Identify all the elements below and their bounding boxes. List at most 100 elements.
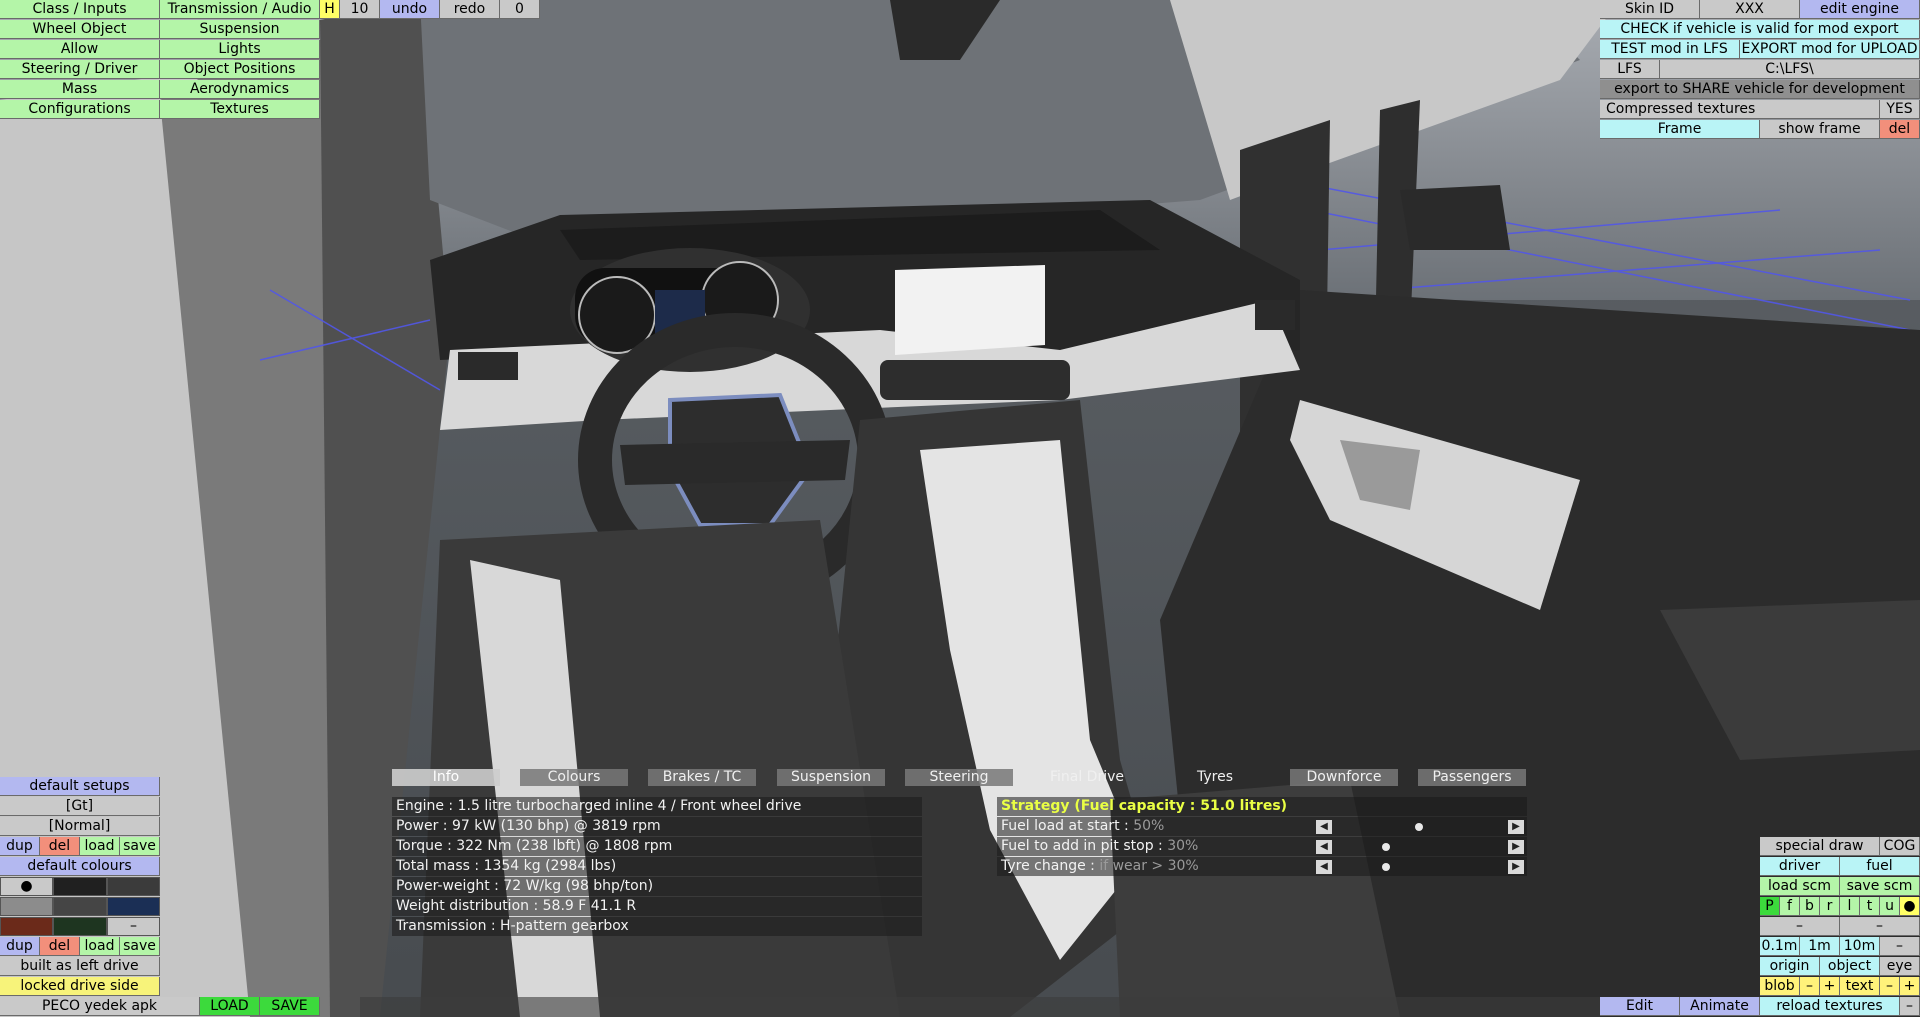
default-colours-button[interactable]: default colours xyxy=(0,857,160,876)
text-minus-button[interactable]: – xyxy=(1880,977,1900,996)
tab-final-drive[interactable]: Final Drive xyxy=(1033,769,1141,786)
blob-minus-button[interactable]: – xyxy=(1800,977,1820,996)
edit-mode-button[interactable]: Edit xyxy=(1600,997,1680,1016)
colour-swatch-9[interactable]: – xyxy=(107,917,160,936)
toggle-b[interactable]: b xyxy=(1800,897,1820,916)
fuel-pit-slider-handle[interactable] xyxy=(1381,843,1390,851)
skin-id-field[interactable]: XXX xyxy=(1700,0,1800,19)
export-upload-button[interactable]: EXPORT mod for UPLOAD xyxy=(1740,40,1920,59)
default-setups-button[interactable]: default setups xyxy=(0,777,160,796)
menu-mass[interactable]: Mass xyxy=(0,80,160,99)
h-value[interactable]: 10 xyxy=(340,0,380,19)
frame-del-button[interactable]: del xyxy=(1880,120,1920,139)
toggle-l[interactable]: l xyxy=(1840,897,1860,916)
tyre-change-right-arrow-icon[interactable]: ▶ xyxy=(1508,860,1524,874)
origin-button[interactable]: origin xyxy=(1760,957,1820,976)
tab-passengers[interactable]: Passengers xyxy=(1418,769,1526,786)
cog-button[interactable]: COG xyxy=(1880,837,1920,856)
fuel-start-right-arrow-icon[interactable]: ▶ xyxy=(1508,820,1524,834)
colour-dup-button[interactable]: dup xyxy=(0,937,40,956)
menu-class-inputs[interactable]: Class / Inputs xyxy=(0,0,160,19)
fuel-pit-right-arrow-icon[interactable]: ▶ xyxy=(1508,840,1524,854)
colour-del-button[interactable]: del xyxy=(40,937,80,956)
dist-10m-button[interactable]: 10m xyxy=(1840,937,1880,956)
fuel-pit-left-arrow-icon[interactable]: ◀ xyxy=(1316,840,1332,854)
colour-swatch-7[interactable] xyxy=(0,917,53,936)
tyre-change-slider-handle[interactable] xyxy=(1381,863,1390,871)
tab-suspension[interactable]: Suspension xyxy=(777,769,885,786)
tab-colours[interactable]: Colours xyxy=(520,769,628,786)
setup-normal[interactable]: [Normal] xyxy=(0,817,160,836)
blob-button[interactable]: blob xyxy=(1760,977,1800,996)
menu-aerodynamics[interactable]: Aerodynamics xyxy=(160,80,320,99)
setup-del-button[interactable]: del xyxy=(40,837,80,856)
animate-mode-button[interactable]: Animate xyxy=(1680,997,1760,1016)
special-draw-button[interactable]: special draw xyxy=(1760,837,1880,856)
edit-engine-button[interactable]: edit engine xyxy=(1800,0,1920,19)
colour-swatch-8[interactable] xyxy=(53,917,107,936)
toggle-u[interactable]: u xyxy=(1880,897,1900,916)
dash-button-2[interactable]: – xyxy=(1840,917,1920,936)
fuel-button[interactable]: fuel xyxy=(1840,857,1920,876)
toggle-f[interactable]: f xyxy=(1780,897,1800,916)
toggle-p[interactable]: P xyxy=(1760,897,1780,916)
tab-steering[interactable]: Steering xyxy=(905,769,1013,786)
toggle-dot-icon[interactable]: ● xyxy=(1900,897,1920,916)
menu-steering-driver[interactable]: Steering / Driver xyxy=(0,60,160,79)
built-drive-side-button[interactable]: built as left drive xyxy=(0,957,160,976)
dash-button-1[interactable]: – xyxy=(1760,917,1840,936)
fuel-start-slider-handle[interactable] xyxy=(1415,823,1423,831)
show-frame-button[interactable]: show frame xyxy=(1760,120,1880,139)
test-mod-button[interactable]: TEST mod in LFS xyxy=(1600,40,1740,59)
menu-lights[interactable]: Lights xyxy=(160,40,320,59)
colour-load-button[interactable]: load xyxy=(80,937,120,956)
colour-swatch-4[interactable] xyxy=(0,897,53,916)
fuel-start-left-arrow-icon[interactable]: ◀ xyxy=(1316,820,1332,834)
colour-swatch-1[interactable]: ● xyxy=(0,877,53,896)
object-button[interactable]: object xyxy=(1820,957,1880,976)
save-vehicle-button[interactable]: SAVE xyxy=(260,997,320,1016)
menu-wheel-object[interactable]: Wheel Object xyxy=(0,20,160,39)
menu-allow[interactable]: Allow xyxy=(0,40,160,59)
h-toggle[interactable]: H xyxy=(320,0,340,19)
text-button[interactable]: text xyxy=(1840,977,1880,996)
load-vehicle-button[interactable]: LOAD xyxy=(200,997,260,1016)
undo-button[interactable]: undo xyxy=(380,0,440,19)
colour-save-button[interactable]: save xyxy=(120,937,160,956)
tab-brakes-tc[interactable]: Brakes / TC xyxy=(648,769,756,786)
setup-save-button[interactable]: save xyxy=(120,837,160,856)
setup-load-button[interactable]: load xyxy=(80,837,120,856)
colour-swatch-6[interactable] xyxy=(107,897,160,916)
check-vehicle-button[interactable]: CHECK if vehicle is valid for mod export xyxy=(1600,20,1920,39)
save-scm-button[interactable]: save scm xyxy=(1840,877,1920,896)
text-plus-button[interactable]: + xyxy=(1900,977,1920,996)
reload-textures-button[interactable]: reload textures xyxy=(1760,997,1900,1016)
frame-button[interactable]: Frame xyxy=(1600,120,1760,139)
compressed-textures-toggle[interactable]: YES xyxy=(1880,100,1920,119)
lfs-path-field[interactable]: C:\LFS\ xyxy=(1660,60,1920,79)
toggle-r[interactable]: r xyxy=(1820,897,1840,916)
tyre-change-left-arrow-icon[interactable]: ◀ xyxy=(1316,860,1332,874)
colour-swatch-3[interactable] xyxy=(107,877,160,896)
eye-button[interactable]: eye xyxy=(1880,957,1920,976)
redo-button[interactable]: redo xyxy=(440,0,500,19)
reload-minus-button[interactable]: – xyxy=(1900,997,1920,1016)
load-scm-button[interactable]: load scm xyxy=(1760,877,1840,896)
tab-downforce[interactable]: Downforce xyxy=(1290,769,1398,786)
colour-swatch-5[interactable] xyxy=(53,897,107,916)
colour-swatch-2[interactable] xyxy=(53,877,107,896)
menu-textures[interactable]: Textures xyxy=(160,100,320,119)
tab-info[interactable]: Info xyxy=(392,769,500,786)
dist-1m-button[interactable]: 1m xyxy=(1800,937,1840,956)
menu-object-positions[interactable]: Object Positions xyxy=(160,60,320,79)
setup-gt[interactable]: [Gt] xyxy=(0,797,160,816)
viewport-3d[interactable] xyxy=(0,0,1920,1017)
vehicle-name-field[interactable]: PECO yedek apk xyxy=(0,997,200,1016)
tab-tyres[interactable]: Tyres xyxy=(1161,769,1269,786)
export-share-button[interactable]: export to SHARE vehicle for development xyxy=(1600,80,1920,99)
menu-transmission-audio[interactable]: Transmission / Audio xyxy=(160,0,320,19)
locked-drive-side-button[interactable]: locked drive side xyxy=(0,977,160,996)
driver-button[interactable]: driver xyxy=(1760,857,1840,876)
toggle-t[interactable]: t xyxy=(1860,897,1880,916)
setup-dup-button[interactable]: dup xyxy=(0,837,40,856)
